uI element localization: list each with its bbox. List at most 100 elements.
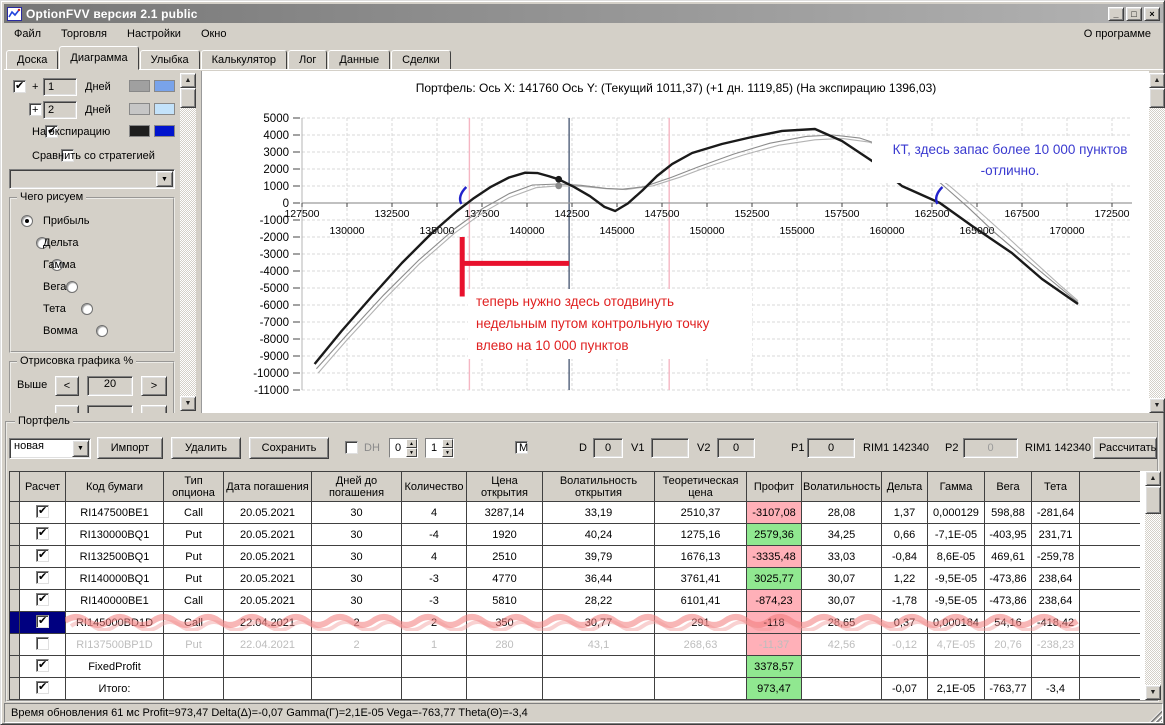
- row-calc-checkbox[interactable]: [36, 570, 49, 584]
- import-button[interactable]: Импорт: [97, 437, 163, 459]
- scroll-up-icon[interactable]: ▲: [180, 73, 196, 88]
- panel-scrollbar-thumb[interactable]: [180, 88, 196, 108]
- column-header[interactable]: Тета: [1031, 471, 1080, 502]
- title-bar[interactable]: OptionFVV версия 2.1 public _ □ ×: [4, 4, 1163, 23]
- row-calc-checkbox[interactable]: [36, 504, 49, 518]
- day2-color1-swatch[interactable]: [129, 103, 150, 115]
- row-calc-checkbox[interactable]: [36, 636, 49, 650]
- expiration-color2-swatch[interactable]: [154, 125, 175, 137]
- above-inc-button[interactable]: >: [141, 376, 167, 396]
- tab-trades[interactable]: Сделки: [391, 50, 451, 70]
- spin-up-icon[interactable]: ▲: [442, 439, 453, 448]
- day1-color1-swatch[interactable]: [129, 80, 150, 92]
- column-header[interactable]: Волатильность открытия: [542, 471, 655, 502]
- below-inc-button[interactable]: [141, 405, 167, 413]
- row-calc-checkbox[interactable]: [36, 548, 49, 562]
- p1-input[interactable]: [807, 438, 855, 458]
- chevron-down-icon[interactable]: ▼: [156, 171, 173, 187]
- column-header[interactable]: Волатильность: [801, 471, 882, 502]
- column-header[interactable]: Дельта: [881, 471, 928, 502]
- spin-down-icon[interactable]: ▼: [442, 448, 453, 457]
- row-calc-checkbox[interactable]: [36, 526, 49, 540]
- scroll-up-icon[interactable]: ▲: [1149, 73, 1165, 88]
- panel-scrollbar[interactable]: ▲ ▼: [180, 73, 196, 411]
- radio-vomma[interactable]: [96, 325, 109, 337]
- table-row[interactable]: Итого:973,47-0,072,1E-05-763,77-3,4: [9, 677, 1140, 700]
- above-value[interactable]: 20: [87, 376, 133, 396]
- column-header[interactable]: Дата погашения: [223, 471, 312, 502]
- table-row[interactable]: RI140000BE1Call20.05.202130-3581028,2261…: [9, 589, 1140, 612]
- dh-checkbox[interactable]: [345, 441, 358, 454]
- column-header[interactable]: Гамма: [927, 471, 985, 502]
- column-header[interactable]: Профит: [746, 471, 802, 502]
- table-row[interactable]: RI130000BQ1Put20.05.202130-4192040,24127…: [9, 523, 1140, 546]
- column-header[interactable]: Расчет: [19, 471, 66, 502]
- table-scrollbar[interactable]: ▲ ▼: [1145, 471, 1161, 700]
- table-row[interactable]: RI132500BQ1Put20.05.2021304251039,791676…: [9, 545, 1140, 568]
- row-calc-checkbox[interactable]: [36, 614, 49, 628]
- column-header[interactable]: Код бумаги: [65, 471, 164, 502]
- v1-input[interactable]: [651, 438, 689, 458]
- portfolio-name-combo[interactable]: новая ▼: [9, 438, 91, 459]
- table-scrollbar-thumb[interactable]: [1145, 486, 1161, 514]
- resize-grip[interactable]: [1149, 709, 1162, 722]
- column-header[interactable]: Дней до погашения: [311, 471, 402, 502]
- table-row[interactable]: RI140000BQ1Put20.05.202130-3477036,44376…: [9, 567, 1140, 590]
- tab-diagram[interactable]: Диаграмма: [59, 46, 139, 70]
- dh-spinner2[interactable]: ▲▼: [425, 438, 454, 458]
- column-header[interactable]: Вега: [984, 471, 1032, 502]
- menu-settings[interactable]: Настройки: [117, 25, 191, 43]
- below-dec-button[interactable]: [55, 405, 79, 413]
- row-calc-checkbox[interactable]: [36, 680, 49, 694]
- day2-color2-swatch[interactable]: [154, 103, 175, 115]
- minimize-icon[interactable]: _: [1108, 6, 1124, 21]
- maximize-icon[interactable]: □: [1126, 6, 1142, 21]
- day2-input[interactable]: [43, 101, 77, 119]
- menu-window[interactable]: Окно: [191, 25, 237, 43]
- spin-down-icon[interactable]: ▼: [406, 448, 417, 457]
- dh-spin2-input[interactable]: [426, 439, 442, 457]
- tab-smile[interactable]: Улыбка: [139, 50, 200, 70]
- radio-profit[interactable]: [21, 215, 33, 227]
- menu-file[interactable]: Файл: [4, 25, 51, 43]
- day1-input[interactable]: [43, 78, 77, 96]
- row-calc-checkbox[interactable]: [36, 658, 49, 672]
- above-dec-button[interactable]: <: [55, 376, 79, 396]
- table-row[interactable]: RI137500BP1D Put 22.04.2021 2 1 280 43,1 268,63…: [9, 633, 1140, 656]
- below-value[interactable]: [87, 405, 133, 413]
- tab-data[interactable]: Данные: [328, 50, 391, 70]
- scroll-down-icon[interactable]: ▼: [1149, 398, 1165, 413]
- close-icon[interactable]: ×: [1144, 6, 1160, 21]
- row-calc-checkbox[interactable]: [36, 592, 49, 606]
- scroll-up-icon[interactable]: ▲: [1145, 471, 1161, 486]
- strategy-combo[interactable]: ▼: [9, 169, 175, 189]
- v2-input[interactable]: [717, 438, 755, 458]
- day1-color2-swatch[interactable]: [154, 80, 175, 92]
- tab-log[interactable]: Лог: [288, 50, 328, 70]
- dh-spin1-input[interactable]: [390, 439, 406, 457]
- tab-board[interactable]: Доска: [6, 50, 59, 70]
- column-header[interactable]: Теоретическая цена: [654, 471, 747, 502]
- table-row[interactable]: RI147500BE1Call20.05.20213043287,1433,19…: [9, 501, 1140, 524]
- table-row[interactable]: FixedProfit3378,57: [9, 655, 1140, 678]
- dh-spinner1[interactable]: ▲▼: [389, 438, 418, 458]
- p2-input[interactable]: [963, 438, 1018, 458]
- calculate-button[interactable]: Рассчитать: [1093, 437, 1157, 459]
- save-button[interactable]: Сохранить: [249, 437, 329, 459]
- column-header[interactable]: Тип опциона: [163, 471, 224, 502]
- chevron-down-icon[interactable]: ▼: [72, 440, 89, 457]
- tab-calculator[interactable]: Калькулятор: [200, 50, 288, 70]
- menu-trading[interactable]: Торговля: [51, 25, 117, 43]
- day1-checkbox[interactable]: [13, 79, 26, 93]
- delete-button[interactable]: Удалить: [171, 437, 241, 459]
- chart-scrollbar-thumb[interactable]: [1149, 88, 1165, 108]
- scroll-down-icon[interactable]: ▼: [180, 396, 196, 411]
- column-header[interactable]: Цена открытия: [466, 471, 543, 502]
- column-header[interactable]: Количество: [401, 471, 467, 502]
- table-row[interactable]: RI145000BD1DCall22.04.20212235030,77291-…: [9, 611, 1140, 634]
- scroll-down-icon[interactable]: ▼: [1145, 685, 1161, 700]
- spin-up-icon[interactable]: ▲: [406, 439, 417, 448]
- radio-theta[interactable]: [81, 303, 94, 315]
- d-input[interactable]: [593, 438, 623, 458]
- expiration-color1-swatch[interactable]: [129, 125, 150, 137]
